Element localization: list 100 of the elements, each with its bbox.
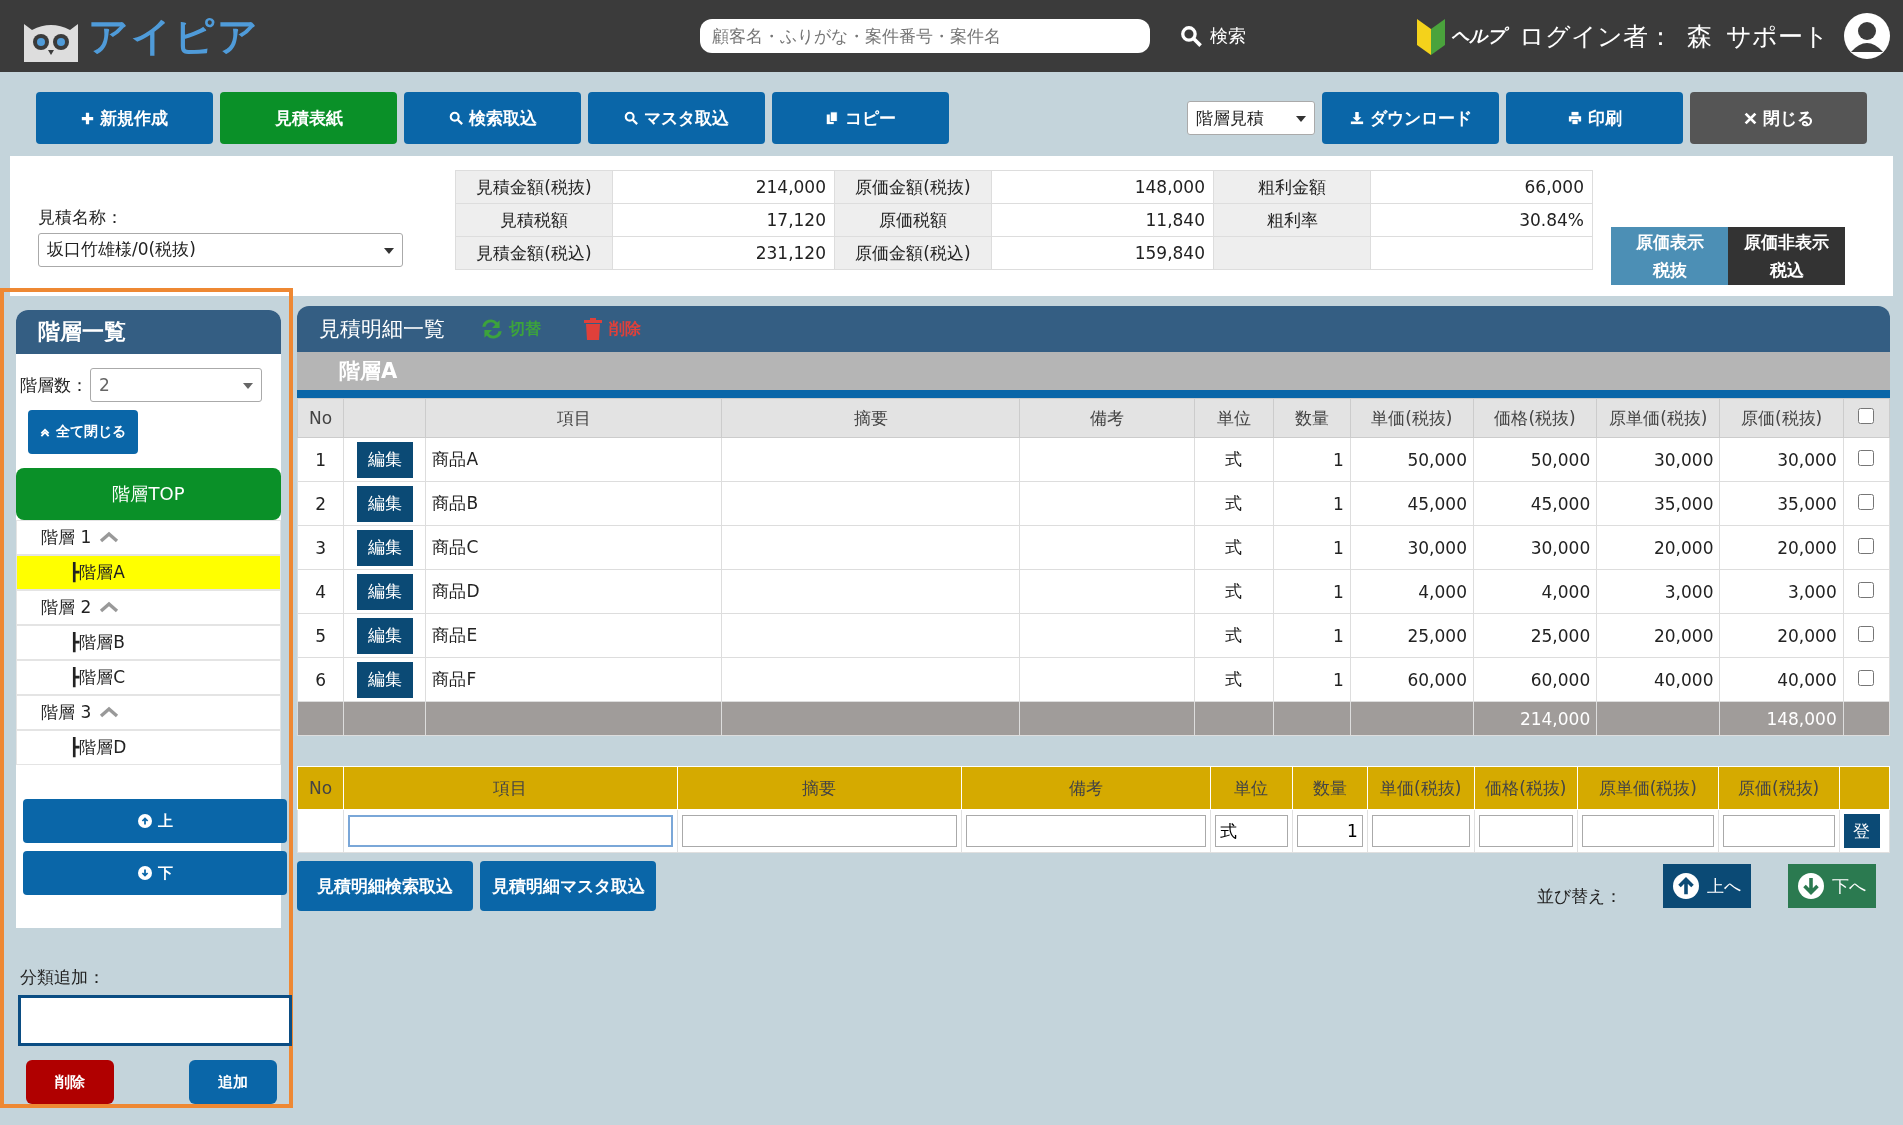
edit-button[interactable]: 編集 (356, 441, 413, 478)
edit-button[interactable]: 編集 (356, 485, 413, 522)
tree-item[interactable]: 階層 1 (16, 520, 281, 555)
column-header: 摘要 (677, 766, 962, 810)
add-button[interactable]: 追加 (189, 1060, 277, 1104)
user-avatar-icon[interactable] (1843, 12, 1891, 60)
table-cell: 60,000 (1473, 657, 1597, 702)
table-cell: 商品B (425, 481, 722, 526)
edit-button[interactable]: 編集 (356, 529, 413, 566)
edit-button[interactable]: 編集 (356, 617, 413, 654)
move-down-button[interactable]: 下 (23, 851, 287, 895)
estimate-name-select[interactable]: 坂口竹雄様/0(税抜) (38, 232, 403, 267)
price-input-field[interactable] (1478, 815, 1574, 847)
toolbar-button[interactable]: 見積表紙 (220, 92, 397, 144)
table-cell: 25,000 (1350, 613, 1474, 658)
price-input-field[interactable] (1582, 815, 1714, 847)
toolbar-button[interactable]: 検索取込 (404, 92, 581, 144)
toolbar-button[interactable]: マスタ取込 (588, 92, 765, 144)
delete-button[interactable]: 削除 (26, 1060, 114, 1104)
double-chevron-up-icon (40, 427, 50, 437)
row-checkbox[interactable] (1858, 581, 1875, 598)
login-label: ログイン者： (1519, 20, 1673, 53)
column-header: 備考 (1019, 398, 1195, 438)
table-cell: 1 (1273, 481, 1351, 526)
row-checkbox[interactable] (1858, 537, 1875, 554)
row-checkbox[interactable] (1858, 625, 1875, 642)
circle-arrow-down-icon (1798, 873, 1824, 899)
table-cell: 1 (1273, 613, 1351, 658)
note-input-field[interactable] (965, 815, 1206, 847)
toolbar-button[interactable]: 閉じる (1690, 92, 1867, 144)
toolbar-button[interactable]: ダウンロード (1322, 92, 1499, 144)
column-header: 項目 (343, 766, 678, 810)
table-cell: 1 (1273, 657, 1351, 702)
column-header: 単価(税抜) (1350, 398, 1474, 438)
search-icon (624, 111, 638, 125)
table-cell: 式 (1194, 481, 1274, 526)
select-all-checkbox[interactable] (1858, 408, 1875, 424)
price-input-field[interactable] (1722, 815, 1835, 847)
table-cell: 商品F (425, 657, 722, 702)
toolbar-button[interactable]: 新規作成 (36, 92, 213, 144)
row-checkbox[interactable] (1858, 493, 1875, 510)
level-count-select[interactable]: 2 (90, 368, 262, 402)
sort-label: 並び替え： (1537, 884, 1622, 908)
row-checkbox[interactable] (1858, 449, 1875, 466)
move-up-button[interactable]: 上 (23, 799, 287, 843)
tree-item[interactable]: ┣階層A (16, 555, 281, 590)
table-cell: 1 (1273, 569, 1351, 614)
table-cell: 4 (297, 569, 344, 614)
quantity-input-field[interactable]: 1 (1296, 815, 1363, 847)
cost-toggle-button[interactable]: 原価非表示 税込 (1728, 227, 1845, 285)
table-cell: 40,000 (1596, 657, 1720, 702)
column-header: 項目 (425, 398, 722, 438)
table-cell: 20,000 (1596, 613, 1720, 658)
mode-select[interactable]: 階層見積 (1187, 101, 1315, 135)
table-cell: 50,000 (1350, 437, 1474, 482)
toolbar-button[interactable]: 印刷 (1506, 92, 1683, 144)
caret-down-icon (243, 380, 253, 390)
summary-input-field[interactable] (681, 815, 957, 847)
tree-item[interactable]: ┣階層C (16, 660, 281, 695)
unit-input-field[interactable]: 式 (1214, 815, 1288, 847)
table-cell: 商品E (425, 613, 722, 658)
edit-button[interactable]: 編集 (356, 661, 413, 698)
sort-up-button[interactable]: 上へ (1663, 864, 1751, 908)
column-header: 備考 (961, 766, 1211, 810)
summary-value: 159,840 (991, 236, 1214, 270)
import-button[interactable]: 見積明細マスタ取込 (480, 861, 656, 911)
search-field[interactable]: 顧客名・ふりがな・案件番号・案件名 (700, 19, 1150, 53)
toolbar-button[interactable]: コピー (772, 92, 949, 144)
cost-toggle-button[interactable]: 原価表示 税抜 (1611, 227, 1728, 285)
tree-item[interactable]: ┣階層D (16, 730, 281, 765)
column-header: 原単価(税抜) (1577, 766, 1719, 810)
summary-value: 30.84% (1370, 203, 1593, 237)
row-checkbox[interactable] (1858, 669, 1875, 686)
import-button[interactable]: 見積明細検索取込 (297, 861, 473, 911)
table-cell: 25,000 (1473, 613, 1597, 658)
column-header: 価格(税抜) (1474, 766, 1578, 810)
tree-item[interactable]: 階層 3 (16, 695, 281, 730)
register-button[interactable]: 登 (1843, 814, 1880, 848)
add-category-label: 分類追加： (20, 965, 106, 989)
table-cell: 2 (297, 481, 344, 526)
edit-button[interactable]: 編集 (356, 573, 413, 610)
hierarchy-top-button[interactable]: 階層TOP (16, 468, 281, 520)
search-button[interactable]: 検索 (1174, 23, 1252, 49)
item-input-field[interactable] (348, 815, 673, 847)
logo-text: アイピア (88, 11, 260, 61)
tree-item[interactable]: ┣階層B (16, 625, 281, 660)
category-input-field[interactable] (18, 994, 292, 1046)
total-cell: 214,000 (1473, 701, 1597, 736)
support-link[interactable]: サポート (1726, 19, 1829, 53)
price-input-field[interactable] (1371, 815, 1470, 847)
sort-down-button[interactable]: 下へ (1788, 864, 1876, 908)
summary-label: 原価税額 (834, 203, 992, 237)
summary-label: 粗利金額 (1213, 170, 1371, 204)
column-header: 単価(税抜) (1367, 766, 1474, 810)
table-cell: 式 (1194, 569, 1274, 614)
summary-label: 見積金額(税抜) (455, 170, 613, 204)
tree-item[interactable]: 階層 2 (16, 590, 281, 625)
search-icon (1180, 25, 1202, 47)
circle-arrow-up-icon (1673, 873, 1699, 899)
collapse-all-button[interactable]: 全て閉じる (28, 410, 138, 454)
